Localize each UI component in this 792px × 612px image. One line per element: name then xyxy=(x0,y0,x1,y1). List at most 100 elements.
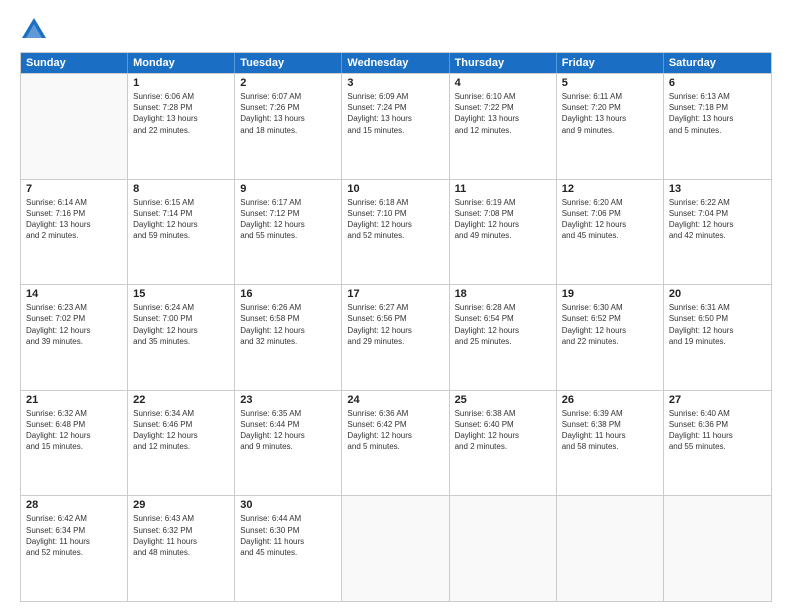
cell-info: Sunrise: 6:44 AM Sunset: 6:30 PM Dayligh… xyxy=(240,513,336,558)
calendar-header-cell: Tuesday xyxy=(235,53,342,73)
calendar-header-cell: Wednesday xyxy=(342,53,449,73)
cell-info: Sunrise: 6:06 AM Sunset: 7:28 PM Dayligh… xyxy=(133,91,229,136)
calendar-cell: 25 Sunrise: 6:38 AM Sunset: 6:40 PM Dayli… xyxy=(450,391,557,496)
calendar-cell: 20 Sunrise: 6:31 AM Sunset: 6:50 PM Dayli… xyxy=(664,285,771,390)
calendar-cell: 27 Sunrise: 6:40 AM Sunset: 6:36 PM Dayli… xyxy=(664,391,771,496)
logo xyxy=(20,16,52,44)
calendar-cell: 8 Sunrise: 6:15 AM Sunset: 7:14 PM Daylig… xyxy=(128,180,235,285)
header xyxy=(20,16,772,44)
calendar-cell: 29 Sunrise: 6:43 AM Sunset: 6:32 PM Dayli… xyxy=(128,496,235,601)
calendar-cell xyxy=(450,496,557,601)
cell-info: Sunrise: 6:42 AM Sunset: 6:34 PM Dayligh… xyxy=(26,513,122,558)
calendar-cell: 19 Sunrise: 6:30 AM Sunset: 6:52 PM Dayli… xyxy=(557,285,664,390)
cell-info: Sunrise: 6:39 AM Sunset: 6:38 PM Dayligh… xyxy=(562,408,658,453)
cell-info: Sunrise: 6:32 AM Sunset: 6:48 PM Dayligh… xyxy=(26,408,122,453)
logo-icon xyxy=(20,16,48,44)
calendar-cell: 9 Sunrise: 6:17 AM Sunset: 7:12 PM Daylig… xyxy=(235,180,342,285)
cell-date: 20 xyxy=(669,288,766,300)
cell-info: Sunrise: 6:35 AM Sunset: 6:44 PM Dayligh… xyxy=(240,408,336,453)
cell-date: 15 xyxy=(133,288,229,300)
calendar-cell: 24 Sunrise: 6:36 AM Sunset: 6:42 PM Dayli… xyxy=(342,391,449,496)
calendar-cell: 17 Sunrise: 6:27 AM Sunset: 6:56 PM Dayli… xyxy=(342,285,449,390)
calendar-header: SundayMondayTuesdayWednesdayThursdayFrid… xyxy=(21,53,771,73)
cell-info: Sunrise: 6:20 AM Sunset: 7:06 PM Dayligh… xyxy=(562,197,658,242)
cell-date: 11 xyxy=(455,183,551,195)
calendar-row: 14 Sunrise: 6:23 AM Sunset: 7:02 PM Dayli… xyxy=(21,284,771,390)
cell-info: Sunrise: 6:15 AM Sunset: 7:14 PM Dayligh… xyxy=(133,197,229,242)
cell-info: Sunrise: 6:43 AM Sunset: 6:32 PM Dayligh… xyxy=(133,513,229,558)
cell-date: 12 xyxy=(562,183,658,195)
cell-info: Sunrise: 6:17 AM Sunset: 7:12 PM Dayligh… xyxy=(240,197,336,242)
calendar-header-cell: Sunday xyxy=(21,53,128,73)
cell-date: 8 xyxy=(133,183,229,195)
calendar-cell: 3Sunrise: 6:09 AM Sunset: 7:24 PM Daylig… xyxy=(342,74,449,179)
calendar: SundayMondayTuesdayWednesdayThursdayFrid… xyxy=(20,52,772,602)
cell-info: Sunrise: 6:36 AM Sunset: 6:42 PM Dayligh… xyxy=(347,408,443,453)
calendar-cell: 12 Sunrise: 6:20 AM Sunset: 7:06 PM Dayli… xyxy=(557,180,664,285)
cell-info: Sunrise: 6:19 AM Sunset: 7:08 PM Dayligh… xyxy=(455,197,551,242)
calendar-cell: 1 Sunrise: 6:06 AM Sunset: 7:28 PM Daylig… xyxy=(128,74,235,179)
calendar-cell: 28Sunrise: 6:42 AM Sunset: 6:34 PM Dayli… xyxy=(21,496,128,601)
calendar-cell xyxy=(342,496,449,601)
calendar-cell: 15Sunrise: 6:24 AM Sunset: 7:00 PM Dayli… xyxy=(128,285,235,390)
cell-info: Sunrise: 6:27 AM Sunset: 6:56 PM Dayligh… xyxy=(347,302,443,347)
calendar-row: 7 Sunrise: 6:14 AM Sunset: 7:16 PM Daylig… xyxy=(21,179,771,285)
cell-info: Sunrise: 6:18 AM Sunset: 7:10 PM Dayligh… xyxy=(347,197,443,242)
calendar-row: 21 Sunrise: 6:32 AM Sunset: 6:48 PM Dayli… xyxy=(21,390,771,496)
cell-date: 1 xyxy=(133,77,229,89)
calendar-cell: 30 Sunrise: 6:44 AM Sunset: 6:30 PM Dayli… xyxy=(235,496,342,601)
calendar-cell: 10 Sunrise: 6:18 AM Sunset: 7:10 PM Dayli… xyxy=(342,180,449,285)
cell-info: Sunrise: 6:07 AM Sunset: 7:26 PM Dayligh… xyxy=(240,91,336,136)
page: SundayMondayTuesdayWednesdayThursdayFrid… xyxy=(0,0,792,612)
cell-date: 6 xyxy=(669,77,766,89)
cell-date: 25 xyxy=(455,394,551,406)
calendar-cell: 26 Sunrise: 6:39 AM Sunset: 6:38 PM Dayli… xyxy=(557,391,664,496)
cell-info: Sunrise: 6:40 AM Sunset: 6:36 PM Dayligh… xyxy=(669,408,766,453)
calendar-row: 28Sunrise: 6:42 AM Sunset: 6:34 PM Dayli… xyxy=(21,495,771,601)
cell-date: 30 xyxy=(240,499,336,511)
cell-date: 27 xyxy=(669,394,766,406)
calendar-body: 1 Sunrise: 6:06 AM Sunset: 7:28 PM Daylig… xyxy=(21,73,771,601)
cell-date: 18 xyxy=(455,288,551,300)
calendar-cell: 22 Sunrise: 6:34 AM Sunset: 6:46 PM Dayli… xyxy=(128,391,235,496)
cell-date: 9 xyxy=(240,183,336,195)
calendar-header-cell: Friday xyxy=(557,53,664,73)
calendar-row: 1 Sunrise: 6:06 AM Sunset: 7:28 PM Daylig… xyxy=(21,73,771,179)
cell-info: Sunrise: 6:23 AM Sunset: 7:02 PM Dayligh… xyxy=(26,302,122,347)
cell-info: Sunrise: 6:26 AM Sunset: 6:58 PM Dayligh… xyxy=(240,302,336,347)
calendar-cell: 2Sunrise: 6:07 AM Sunset: 7:26 PM Daylig… xyxy=(235,74,342,179)
calendar-cell: 5 Sunrise: 6:11 AM Sunset: 7:20 PM Daylig… xyxy=(557,74,664,179)
cell-date: 17 xyxy=(347,288,443,300)
cell-date: 26 xyxy=(562,394,658,406)
cell-date: 4 xyxy=(455,77,551,89)
cell-info: Sunrise: 6:11 AM Sunset: 7:20 PM Dayligh… xyxy=(562,91,658,136)
calendar-cell: 21 Sunrise: 6:32 AM Sunset: 6:48 PM Dayli… xyxy=(21,391,128,496)
calendar-cell: 14 Sunrise: 6:23 AM Sunset: 7:02 PM Dayli… xyxy=(21,285,128,390)
calendar-cell: 7 Sunrise: 6:14 AM Sunset: 7:16 PM Daylig… xyxy=(21,180,128,285)
cell-date: 24 xyxy=(347,394,443,406)
cell-info: Sunrise: 6:28 AM Sunset: 6:54 PM Dayligh… xyxy=(455,302,551,347)
cell-date: 7 xyxy=(26,183,122,195)
cell-date: 14 xyxy=(26,288,122,300)
cell-date: 19 xyxy=(562,288,658,300)
calendar-header-cell: Monday xyxy=(128,53,235,73)
cell-info: Sunrise: 6:38 AM Sunset: 6:40 PM Dayligh… xyxy=(455,408,551,453)
cell-date: 21 xyxy=(26,394,122,406)
cell-date: 22 xyxy=(133,394,229,406)
cell-info: Sunrise: 6:14 AM Sunset: 7:16 PM Dayligh… xyxy=(26,197,122,242)
cell-date: 29 xyxy=(133,499,229,511)
calendar-cell: 23Sunrise: 6:35 AM Sunset: 6:44 PM Dayli… xyxy=(235,391,342,496)
calendar-cell: 18 Sunrise: 6:28 AM Sunset: 6:54 PM Dayli… xyxy=(450,285,557,390)
cell-info: Sunrise: 6:13 AM Sunset: 7:18 PM Dayligh… xyxy=(669,91,766,136)
cell-date: 13 xyxy=(669,183,766,195)
cell-date: 10 xyxy=(347,183,443,195)
cell-date: 3 xyxy=(347,77,443,89)
cell-info: Sunrise: 6:31 AM Sunset: 6:50 PM Dayligh… xyxy=(669,302,766,347)
cell-date: 5 xyxy=(562,77,658,89)
cell-info: Sunrise: 6:10 AM Sunset: 7:22 PM Dayligh… xyxy=(455,91,551,136)
calendar-cell: 4 Sunrise: 6:10 AM Sunset: 7:22 PM Daylig… xyxy=(450,74,557,179)
cell-info: Sunrise: 6:30 AM Sunset: 6:52 PM Dayligh… xyxy=(562,302,658,347)
calendar-cell xyxy=(664,496,771,601)
calendar-cell xyxy=(557,496,664,601)
cell-info: Sunrise: 6:34 AM Sunset: 6:46 PM Dayligh… xyxy=(133,408,229,453)
